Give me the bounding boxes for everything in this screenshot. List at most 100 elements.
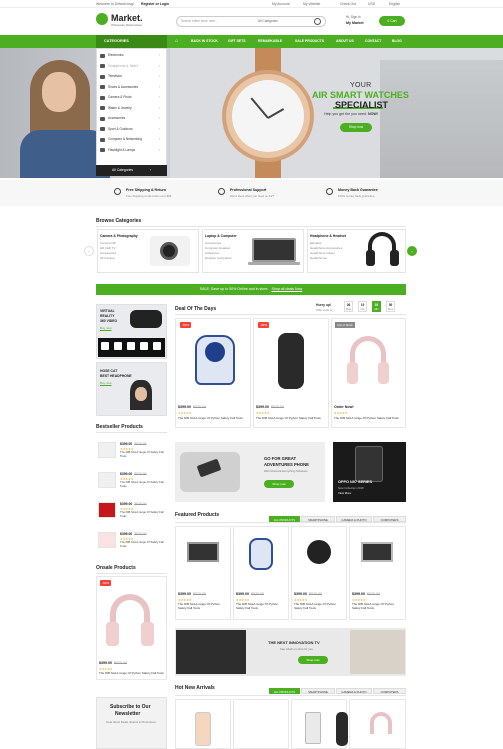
hp-model-face [135, 387, 147, 401]
new-arrival-card[interactable] [233, 699, 289, 749]
tab-camera-photo[interactable]: CAMERA & PHOTO [336, 688, 372, 694]
product-name[interactable]: The DIB SALA range Of Python Safety Fall… [352, 602, 402, 610]
category-menu-item[interactable]: Smartphone & Tablet [108, 64, 138, 68]
headphone-pink-cup [141, 622, 154, 646]
vr-buy-now-link[interactable]: Buy now [100, 326, 112, 330]
tab-computers[interactable]: COMPUTERS [373, 688, 406, 694]
hero-shop-now-button[interactable]: Shop now [340, 123, 372, 132]
tab-smartphone[interactable]: SMARTPHONE [301, 688, 335, 694]
category-menu-item[interactable]: Television [108, 74, 122, 78]
chevron-right-icon: › [159, 116, 161, 120]
category-menu-item[interactable]: Sport & Outdoors [108, 127, 133, 131]
category-menu-item[interactable]: Watch & Jewelry [108, 106, 132, 110]
browse-box-title[interactable]: Laptop & Computer [205, 234, 237, 238]
browse-link[interactable]: Computer Headset [205, 246, 230, 250]
account-menu[interactable]: My Market [346, 21, 364, 25]
nav-about-us[interactable]: ABOUT US [336, 39, 354, 43]
rating-stars: ★★★★★ [334, 411, 348, 415]
hp-buy-now-link[interactable]: Buy now [100, 381, 112, 385]
categories-button[interactable]: CATEGORIES [96, 35, 167, 48]
search-category-select[interactable]: All Categories [258, 19, 278, 23]
tab-all-products[interactable]: ALL PRODUCTS [269, 688, 300, 694]
browse-link[interactable]: All Camera [100, 256, 115, 260]
laptop-image [361, 542, 393, 562]
nav-blog[interactable]: BLOG [392, 39, 402, 43]
shop-deals-link[interactable]: Shop all deals Now [271, 287, 302, 291]
chevron-right-icon: › [159, 53, 161, 57]
product-name[interactable]: The DIB SALA range Of Safety Fall Tools [120, 540, 164, 548]
feature-sub: We're there when you need us 24/7 [230, 194, 275, 198]
browse-link[interactable]: Categories [205, 251, 220, 255]
product-name[interactable]: The DIB SALA range Of Python Safety Fall… [236, 602, 286, 610]
category-menu-item[interactable]: Computer & Networking [108, 137, 142, 141]
welcome-text: Welcome to Default msg! [96, 2, 134, 6]
bestseller-title: Bestseller Products [96, 424, 143, 430]
search-icon[interactable] [314, 18, 321, 25]
all-categories-button[interactable]: All Categories › [96, 165, 167, 176]
chevron-left-icon[interactable]: ‹ [84, 246, 94, 256]
browse-link[interactable]: HD LED TV [100, 246, 116, 250]
nav-gift-sets[interactable]: GIFT SETS [228, 39, 246, 43]
category-menu-item[interactable]: Flashlight & Lamps [108, 148, 135, 152]
hero-line1: YOUR [350, 82, 372, 89]
browse-link[interactable]: Headphone Accessories [310, 246, 342, 250]
countdown-hours: 19 Hrs [358, 301, 367, 312]
language-select[interactable]: English [389, 2, 400, 6]
product-name[interactable]: The DIB SALA range Of Python Safety Fall… [256, 416, 326, 420]
category-menu-item[interactable]: Camera & Photo [108, 95, 132, 99]
checkout-link[interactable]: Check Out [340, 2, 356, 6]
nav-remarkable[interactable]: REMARKABLE [258, 39, 282, 43]
browse-link[interactable]: Headphones [310, 256, 327, 260]
onsale-title: Onsale Products [96, 565, 136, 571]
my-wishlist-link[interactable]: My Wishlist [303, 2, 320, 6]
product-name[interactable]: The DIB SALA range Of Python Safety Fall… [99, 671, 165, 675]
product-name[interactable]: The DIB SALA range Of Python Safety Fall… [178, 416, 248, 420]
nav-sale-products[interactable]: SALE PRODUCTS [295, 39, 324, 43]
promo-sub: With Motorola Everything Solutions [264, 469, 308, 473]
my-account-link[interactable]: My Account [272, 2, 290, 6]
headphone-thumbnail[interactable] [98, 532, 116, 548]
sale-banner[interactable]: SALE: Save up to 50% Online and in store… [96, 284, 406, 295]
speaker-image [278, 333, 304, 389]
features-strip [0, 180, 503, 206]
product-name[interactable]: The DIB SALA range Of Safety Fall Tools [120, 510, 164, 518]
product-name[interactable]: The DIB SALA range Of Python Safety Fall… [334, 416, 404, 420]
category-menu-item[interactable]: Shoes & Accessories [108, 85, 138, 89]
phone-thumbnail[interactable] [98, 502, 116, 518]
logo-name[interactable]: Market. [111, 13, 143, 23]
browse-link[interactable]: Accessories [205, 241, 221, 245]
register-link[interactable]: Register or Login [141, 2, 169, 6]
currency-select[interactable]: USD [368, 2, 375, 6]
logo-icon[interactable] [96, 13, 108, 25]
nav-back-in-stock[interactable]: BACK IN STOCK [191, 39, 218, 43]
cart-button[interactable]: 0 Cart [379, 16, 405, 26]
discount-badge: -50% [258, 322, 269, 328]
home-icon[interactable]: ⌂ [175, 38, 178, 44]
laptop-thumbnail[interactable] [98, 442, 116, 458]
browse-box-title[interactable]: Camera & Photography [100, 234, 138, 238]
nav-contact[interactable]: CONTACT [365, 39, 381, 43]
tv-shop-now-button[interactable]: Shop now [298, 656, 328, 664]
product-price: $399.00 $520.00 [256, 405, 284, 409]
vr-ad-line1: VIRTUAL [100, 309, 115, 313]
headphone-cup [390, 250, 399, 266]
promo-shop-now-button[interactable]: Shop now [264, 480, 294, 488]
hero-tagline-emph: NOW! [367, 112, 378, 116]
product-name[interactable]: The DIB SALA range Of Python Safety Fall… [294, 602, 344, 610]
category-menu-item[interactable]: Accessories [108, 116, 125, 120]
browse-box-title[interactable]: Headphone & Headset [310, 234, 346, 238]
browse-link[interactable]: Elevates [310, 241, 322, 245]
oppo-view-more-link[interactable]: View More [338, 491, 351, 495]
browse-link[interactable]: Accessories [100, 251, 116, 255]
browse-link[interactable]: Desktop Computers [205, 256, 232, 260]
tv-banner-title: THE NEXT INNOVATION TV [268, 640, 320, 645]
sale-text: SALE: Save up to 50% Online and in store… [199, 287, 269, 291]
chevron-right-icon[interactable]: › [407, 246, 417, 256]
browse-link[interactable]: Headphone Cases [310, 251, 335, 255]
product-name[interactable]: The DIB SALA range Of Safety Fall Tools [120, 480, 164, 488]
browse-link[interactable]: Camera HD [100, 241, 116, 245]
category-menu-item[interactable]: Electronics [108, 53, 124, 57]
watch-thumbnail[interactable] [98, 472, 116, 488]
product-name[interactable]: The DIB SALA range Of Safety Fall Tools [120, 450, 164, 458]
product-name[interactable]: The DIB SALA range Of Python Safety Fall… [178, 602, 228, 610]
